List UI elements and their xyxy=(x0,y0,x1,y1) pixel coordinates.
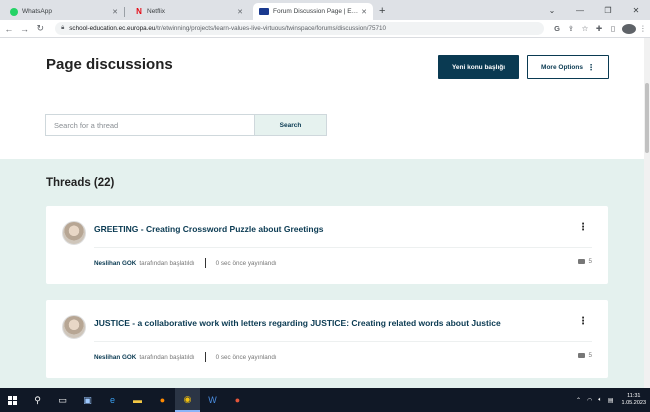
clock-date: 1.05.2023 xyxy=(621,400,646,406)
browser-tab-bar: WhatsApp ✕ N Netflix ✕ Forum Discussion … xyxy=(0,0,650,20)
window-controls: ⌄ — ❐ ✕ xyxy=(538,0,650,20)
clock[interactable]: 11:31 1.05.2023 xyxy=(622,393,646,407)
url-bar[interactable]: 🔒︎ school-education.ec.europa.eu/tr/etwi… xyxy=(55,22,545,35)
bookmark-star-icon[interactable]: ☆ xyxy=(578,24,592,33)
meta-separator xyxy=(204,352,206,362)
new-topic-button[interactable]: Yeni konu başlığı xyxy=(438,55,519,79)
tab-title: Forum Discussion Page | ESEP xyxy=(273,8,362,15)
chrome-icon[interactable]: ◉ xyxy=(175,388,200,412)
close-icon[interactable]: ✕ xyxy=(237,8,243,16)
word-icon[interactable]: W xyxy=(200,388,225,412)
more-options-button[interactable]: More Options ⋮ xyxy=(527,55,609,79)
comment-count-value: 5 xyxy=(588,258,592,265)
page-title: Page discussions xyxy=(46,56,173,73)
netflix-icon: N xyxy=(136,6,142,16)
notification-icon[interactable]: ▤ xyxy=(608,397,614,404)
comment-count-value: 5 xyxy=(588,352,592,359)
thread-options-icon[interactable]: ⋮ xyxy=(578,316,588,327)
comment-count: 5 xyxy=(578,258,592,265)
tab-search-icon[interactable]: ⌄ xyxy=(538,6,566,15)
comment-count: 5 xyxy=(578,352,592,359)
page-scrollbar[interactable] xyxy=(644,38,650,388)
thread-title-link[interactable]: JUSTICE - a collaborative work with lett… xyxy=(94,318,501,328)
chevron-up-icon[interactable]: ⌃ xyxy=(576,397,581,404)
threads-section: Threads (22) GREETING - Creating Crosswo… xyxy=(0,159,650,388)
taskbar: ⚲ ▭ ▣ e ▬ ● ◉ W ● ⌃ ◠ 🔈︎ ▤ 11:31 1.05.20… xyxy=(0,388,650,412)
posted-time: 0 sec önce yayınlandı xyxy=(215,259,277,267)
volume-icon[interactable]: 🔈︎ xyxy=(598,397,602,404)
share-icon[interactable]: ⇪ xyxy=(564,24,578,33)
thread-title-link[interactable]: GREETING - Creating Crossword Puzzle abo… xyxy=(94,224,324,234)
lock-icon[interactable]: 🔒︎ xyxy=(61,25,64,32)
windows-icon xyxy=(8,395,17,405)
search-input[interactable] xyxy=(45,114,254,136)
thread-meta: Neslihan GOK tarafından başlatıldı 0 sec… xyxy=(94,352,277,362)
tab-forum-discussion[interactable]: Forum Discussion Page | ESEP ✕ xyxy=(253,3,373,20)
firefox-icon[interactable]: ● xyxy=(150,388,175,412)
tab-separator xyxy=(124,7,125,17)
url-path: /tr/etwinning/projects/learn-values-live… xyxy=(155,25,387,32)
more-options-label: More Options xyxy=(541,63,583,71)
thread-meta: Neslihan GOK tarafından başlatıldı 0 sec… xyxy=(94,258,277,268)
url-host: school-education.ec.europa.eu xyxy=(69,25,156,32)
profile-avatar[interactable]: N xyxy=(622,23,637,34)
search-button[interactable]: Search xyxy=(254,114,327,136)
started-by-text: tarafından başlatıldı xyxy=(139,353,195,361)
system-tray: ⌃ ◠ 🔈︎ ▤ 11:31 1.05.2023 xyxy=(570,388,646,412)
meta-separator xyxy=(204,258,206,268)
avatar[interactable] xyxy=(62,315,86,339)
powerpoint-icon[interactable]: ● xyxy=(225,388,250,412)
page-content: Page discussions Yeni konu başlığı More … xyxy=(0,38,650,388)
address-bar: ← → ↻ 🔒︎ school-education.ec.europa.eu/t… xyxy=(0,20,650,38)
reload-icon[interactable]: ↻ xyxy=(33,23,47,34)
network-icon[interactable]: ◠ xyxy=(587,397,592,404)
task-view-icon[interactable]: ▭ xyxy=(50,388,75,412)
side-panel-icon[interactable]: ▯ xyxy=(606,24,620,33)
close-window-icon[interactable]: ✕ xyxy=(622,6,650,15)
comment-icon xyxy=(578,259,586,264)
file-explorer-icon[interactable]: ▬ xyxy=(125,388,150,412)
minimize-icon[interactable]: — xyxy=(566,6,594,15)
restore-icon[interactable]: ❐ xyxy=(594,6,622,15)
back-icon[interactable]: ← xyxy=(2,24,16,34)
kebab-icon: ⋮ xyxy=(586,62,595,72)
edge-icon[interactable]: e xyxy=(100,388,125,412)
start-button[interactable] xyxy=(0,388,25,412)
thread-card: GREETING - Creating Crossword Puzzle abo… xyxy=(46,206,608,284)
menu-icon[interactable]: ⋮ xyxy=(636,24,650,33)
search-button-label: Search xyxy=(279,121,302,129)
scrollbar-thumb[interactable] xyxy=(645,83,649,153)
store-icon[interactable]: ▣ xyxy=(75,388,100,412)
eu-flag-icon xyxy=(259,8,269,15)
thread-card: JUSTICE - a collaborative work with lett… xyxy=(46,300,608,378)
comment-icon xyxy=(578,353,586,358)
author-link[interactable]: Neslihan GOK xyxy=(94,354,136,361)
tab-title: WhatsApp xyxy=(22,8,52,15)
divider xyxy=(94,341,592,342)
posted-time: 0 sec önce yayınlandı xyxy=(215,353,277,361)
google-icon[interactable]: G xyxy=(550,24,564,33)
tab-title: Netflix xyxy=(147,8,166,15)
thread-options-icon[interactable]: ⋮ xyxy=(578,222,588,233)
extensions-icon[interactable]: ✚ xyxy=(592,24,606,33)
threads-heading: Threads (22) xyxy=(46,177,115,189)
started-by-text: tarafından başlatıldı xyxy=(139,259,195,267)
search-icon[interactable]: ⚲ xyxy=(25,388,50,412)
tab-netflix[interactable]: N Netflix ✕ xyxy=(129,3,249,20)
avatar[interactable] xyxy=(62,221,86,245)
forward-icon[interactable]: → xyxy=(18,24,32,34)
whatsapp-icon xyxy=(10,7,18,16)
new-topic-label: Yeni konu başlığı xyxy=(451,63,506,71)
author-link[interactable]: Neslihan GOK xyxy=(94,260,136,267)
divider xyxy=(94,247,592,248)
new-tab-button[interactable]: + xyxy=(379,5,385,17)
tab-whatsapp[interactable]: WhatsApp ✕ xyxy=(4,3,124,20)
close-icon[interactable]: ✕ xyxy=(361,8,367,16)
close-icon[interactable]: ✕ xyxy=(112,8,118,16)
thread-search: Search xyxy=(45,114,327,136)
clock-time: 11:31 xyxy=(627,393,641,399)
toolbar-icons: G ⇪ ☆ ✚ ▯ N ⋮ xyxy=(550,23,650,34)
